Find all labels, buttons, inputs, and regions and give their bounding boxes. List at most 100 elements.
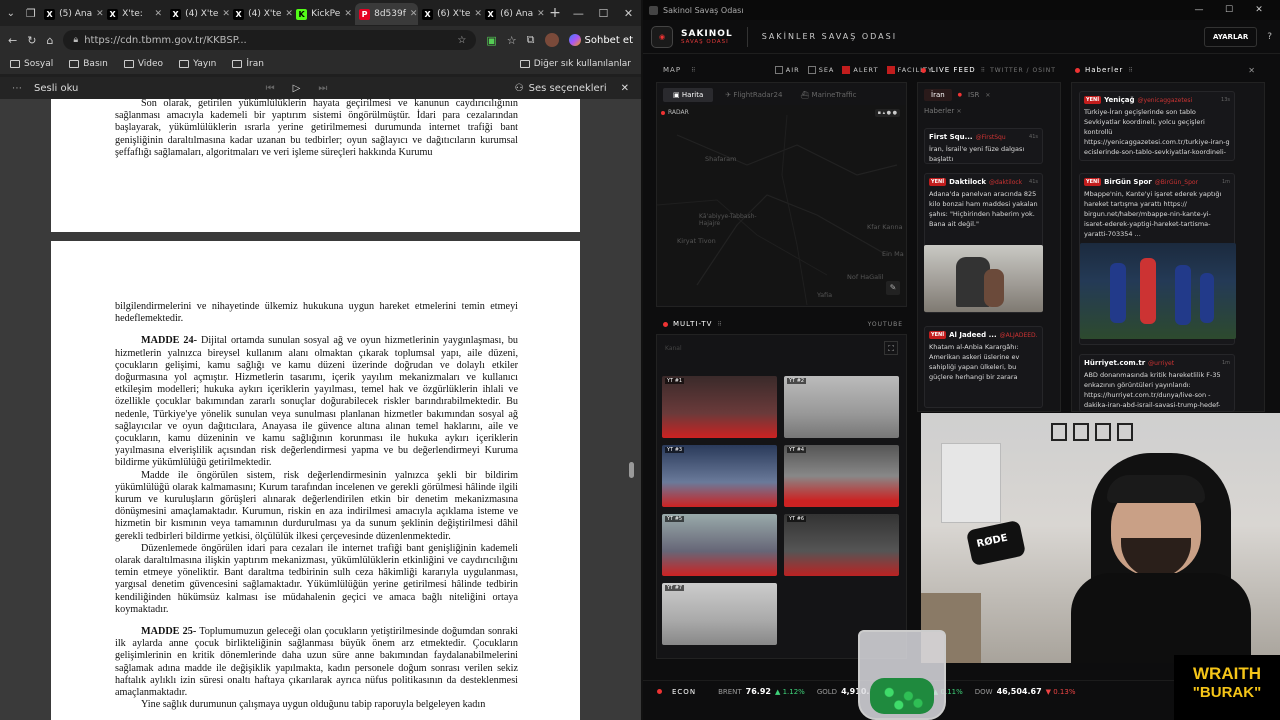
app-icon	[649, 5, 658, 15]
close-tab-icon[interactable]: ✕	[410, 9, 418, 19]
window-light	[941, 443, 1001, 523]
settings-button[interactable]: AYARLAR	[1203, 26, 1258, 47]
minimize-button[interactable]: —	[566, 7, 591, 20]
browser-tab[interactable]: X (6) X'te ✕	[418, 3, 481, 25]
close-news-icon[interactable]: ✕	[1248, 66, 1255, 75]
feed-card[interactable]: First Squ... @FirstSqu 41s İran, İsrail'…	[924, 128, 1043, 164]
other-bookmarks[interactable]: Diğer sık kullanılanlar	[519, 59, 631, 69]
news-card[interactable]: Hürriyet.com.tr @urriyet 1m ABD donanmas…	[1079, 354, 1235, 412]
favorites-icon[interactable]: ☆	[507, 34, 517, 47]
close-tab-icon[interactable]: ✕	[155, 9, 163, 19]
bookmark-folder[interactable]: Video	[123, 59, 163, 69]
maximize-button[interactable]: ☐	[1214, 5, 1244, 15]
browser-tab[interactable]: X (5) Ana ✕	[40, 3, 103, 25]
close-tab-icon[interactable]: ✕	[96, 9, 103, 19]
checkbox[interactable]	[886, 66, 895, 74]
fullscreen-icon[interactable]: ⛶	[884, 341, 898, 355]
browser-tab[interactable]: X (4) X'te ✕	[166, 3, 229, 25]
tab-close-icon[interactable]: ✕	[985, 92, 990, 99]
tab-iran[interactable]: İran	[924, 89, 952, 101]
browser-tab[interactable]: X (6) Ana ✕	[481, 3, 544, 25]
tv-search-input[interactable]: Kanal	[665, 345, 682, 352]
tv-stream-tile[interactable]: YT #5	[662, 514, 777, 576]
streamer-nick: "BURAK"	[1192, 684, 1262, 701]
expand-icon[interactable]: ⠿	[717, 321, 721, 328]
checkbox[interactable]	[807, 66, 816, 74]
collections-icon[interactable]: ⧉	[527, 33, 535, 47]
filter-air[interactable]: AIR	[774, 66, 800, 74]
map-place-label: Ein Ma	[882, 250, 904, 258]
close-tab-icon[interactable]: ✕	[222, 9, 229, 19]
filter-sea[interactable]: SEA	[807, 66, 835, 74]
back-icon[interactable]: ←	[8, 34, 17, 47]
close-tab-icon[interactable]: ✕	[344, 9, 352, 19]
previous-icon[interactable]: ⏮	[266, 83, 275, 94]
favorite-star-icon[interactable]: ☆	[457, 35, 466, 46]
copilot-button[interactable]: Sohbet et	[568, 34, 633, 46]
close-tab-icon[interactable]: ✕	[474, 9, 481, 19]
browser-tab[interactable]: X (4) X'te ✕	[229, 3, 292, 25]
new-badge: YENİ	[929, 331, 947, 339]
close-tab-icon[interactable]: ✕	[537, 9, 544, 19]
close-read-aloud-icon[interactable]: ✕	[621, 83, 629, 94]
tab-label: ISR	[968, 91, 980, 99]
bookmark-folder[interactable]: İran	[232, 59, 264, 69]
minimize-button[interactable]: —	[1184, 5, 1214, 15]
maximize-button[interactable]: ☐	[591, 7, 616, 20]
expand-icon[interactable]: ⠿	[691, 67, 695, 74]
new-tab-button[interactable]: +	[544, 5, 566, 21]
pdf-viewer[interactable]: Son olarak, getirilen yükümlülüklerin ha…	[0, 99, 641, 720]
tab-marinetraffic[interactable]: ⛴ MarineTraffic	[794, 88, 862, 102]
tv-stream-tile[interactable]: YT #1	[662, 376, 777, 438]
scrollbar[interactable]	[628, 100, 634, 715]
expand-icon[interactable]: ⠿	[981, 67, 985, 74]
next-icon[interactable]: ⏭	[318, 83, 327, 94]
tab-actions-icon[interactable]: ⌄	[0, 8, 22, 19]
voice-options-button[interactable]: ⚇ Ses seçenekleri	[515, 83, 607, 94]
feed-text: Adana'da panelvan aracında 825 kilo bonz…	[929, 190, 1038, 228]
expand-icon[interactable]: ⠿	[1128, 67, 1132, 74]
close-window-button[interactable]: ✕	[1244, 5, 1274, 15]
close-tab-icon[interactable]: ✕	[285, 9, 292, 19]
avatar[interactable]	[544, 33, 559, 47]
address-bar[interactable]: 🔒︎ https://cdn.tbmm.gov.tr/KKBSP... ☆	[63, 30, 477, 50]
feed-card[interactable]: YENİ Al Jadeed ... @ALJADEED... 41s Khat…	[924, 326, 1043, 408]
news-time: 13s	[1221, 97, 1230, 103]
tab-harita[interactable]: ▣ Harita	[663, 88, 714, 102]
checkbox[interactable]	[842, 66, 851, 74]
tv-stream-tile[interactable]: YT #4	[784, 445, 899, 507]
tab-label: X'te:	[122, 9, 143, 19]
play-icon[interactable]: ▷	[293, 83, 301, 94]
tv-stream-tile[interactable]: YT #3	[662, 445, 777, 507]
bookmark-folder[interactable]: Basın	[69, 59, 108, 69]
tab-haberler[interactable]: Haberler ✕	[918, 107, 1060, 115]
home-icon[interactable]: ⌂	[46, 34, 53, 47]
news-card[interactable]: YENİ Yeniçağ @yenicaggazetesi 13s Türkiy…	[1079, 91, 1235, 161]
close-window-button[interactable]: ✕	[616, 7, 641, 20]
extension-icon[interactable]: ▣	[486, 34, 496, 47]
checkbox[interactable]	[774, 66, 783, 74]
edit-map-icon[interactable]: ✎	[886, 281, 900, 295]
feed-image[interactable]	[924, 245, 1043, 312]
tv-label: YT #7	[665, 585, 685, 591]
workspaces-icon[interactable]: ❐	[22, 7, 40, 20]
tab-close-icon[interactable]: ●	[958, 92, 962, 98]
scrollbar-thumb[interactable]	[629, 462, 634, 478]
browser-tab[interactable]: X X'te: ✕	[103, 3, 166, 25]
map-canvas[interactable]: RADAR ▪ ▴ ● ● Shafaram Kā'abiyye-Tabbash…	[657, 105, 906, 305]
tv-stream-tile[interactable]: YT #2	[784, 376, 899, 438]
browser-tab[interactable]: P 8d539f ✕	[355, 3, 419, 25]
news-image[interactable]	[1080, 243, 1236, 339]
bookmark-label: İran	[246, 59, 264, 69]
browser-tab[interactable]: K KickPe ✕	[292, 3, 355, 25]
bookmark-folder[interactable]: Sosyal	[10, 59, 53, 69]
more-icon[interactable]: ⋯	[12, 83, 22, 94]
tab-isr[interactable]: ISR	[968, 91, 979, 99]
tab-flightradar[interactable]: ✈ FlightRadar24	[719, 88, 788, 102]
help-icon[interactable]: ?	[1267, 32, 1272, 42]
tv-stream-tile[interactable]: YT #7	[662, 583, 777, 645]
tv-stream-tile[interactable]: YT #6	[784, 514, 899, 576]
bookmark-folder[interactable]: Yayın	[179, 59, 216, 69]
refresh-icon[interactable]: ↻	[27, 34, 36, 47]
filter-alert[interactable]: ALERT	[842, 66, 878, 74]
